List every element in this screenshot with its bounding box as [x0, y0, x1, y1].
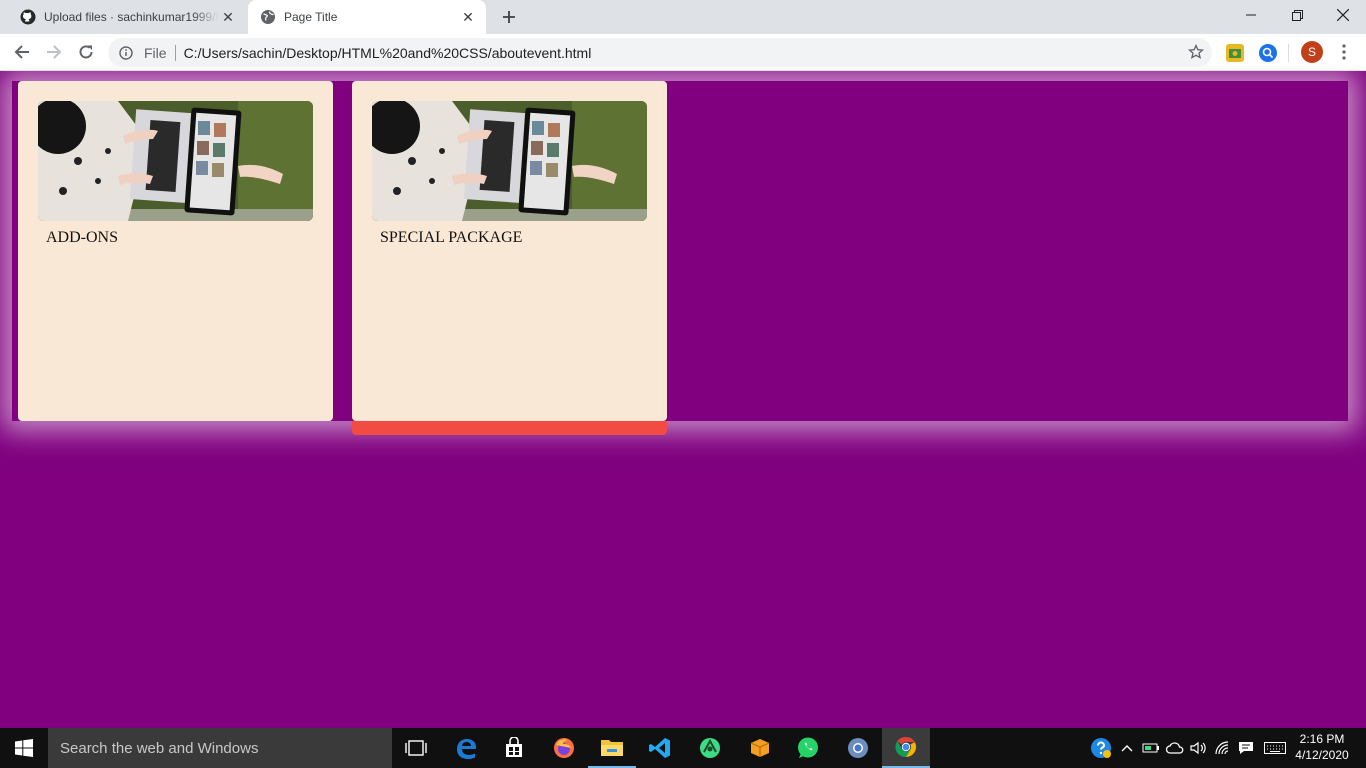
minimize-button[interactable] [1228, 0, 1274, 30]
chromium-icon[interactable] [834, 728, 882, 768]
windows-taskbar: Search the web and Windows 2:16 PM 4/12/… [0, 728, 1366, 768]
vscode-icon[interactable] [636, 728, 684, 768]
cloud-icon[interactable] [1164, 728, 1186, 768]
toolbar-divider [1288, 44, 1289, 62]
clock-time: 2:16 PM [1299, 732, 1345, 746]
card-image [38, 101, 313, 221]
system-clock[interactable]: 2:16 PM 4/12/2020 [1290, 731, 1354, 763]
bookmark-star-icon[interactable] [1188, 44, 1204, 60]
store-icon[interactable] [490, 728, 538, 768]
extension-icon[interactable] [1226, 44, 1244, 62]
cards-container: ADD-ONS SPECIAL PACKAGE [12, 81, 1348, 435]
firefox-icon[interactable] [540, 728, 588, 768]
wifi-icon[interactable] [1212, 728, 1234, 768]
back-button[interactable] [8, 38, 36, 66]
notification-icon[interactable] [1236, 728, 1256, 768]
chevron-up-icon[interactable] [1118, 728, 1136, 768]
page-viewport: ADD-ONS SPECIAL PACKAGE [0, 71, 1366, 728]
help-icon[interactable] [1088, 728, 1114, 768]
card-title: ADD-ONS [46, 229, 118, 246]
keyboard-icon[interactable] [1262, 728, 1288, 768]
github-icon [20, 9, 36, 25]
card-add-ons[interactable]: ADD-ONS [18, 81, 333, 421]
globe-icon [260, 9, 276, 25]
profile-avatar[interactable]: S [1301, 41, 1323, 63]
info-icon[interactable] [118, 45, 134, 61]
tab-page-title[interactable]: Page Title ✕ [248, 0, 486, 34]
tab-upload-files[interactable]: Upload files · sachinkumar1999/tc ✕ [8, 0, 246, 34]
close-tab-icon[interactable]: ✕ [218, 7, 238, 27]
forward-button[interactable] [40, 38, 68, 66]
battery-icon[interactable] [1140, 728, 1162, 768]
tab-title: Upload files · sachinkumar1999/tc [44, 10, 218, 24]
card-image [372, 101, 647, 221]
clock-date: 4/12/2020 [1295, 748, 1349, 762]
close-window-button[interactable] [1320, 0, 1366, 30]
scheme-label: File [144, 44, 167, 61]
android-studio-icon[interactable] [686, 728, 734, 768]
browser-toolbar: File C:/Users/sachin/Desktop/HTML%20and%… [0, 34, 1366, 71]
menu-kebab-icon[interactable] [1330, 38, 1358, 66]
task-view-icon[interactable] [392, 728, 440, 768]
search-extension-icon[interactable] [1259, 44, 1277, 62]
card-special-package[interactable]: SPECIAL PACKAGE [352, 81, 667, 435]
restore-button[interactable] [1274, 0, 1320, 30]
hover-accent-bar [352, 421, 667, 435]
card-title: SPECIAL PACKAGE [380, 229, 523, 246]
reload-button[interactable] [72, 38, 100, 66]
volume-icon[interactable] [1188, 728, 1210, 768]
chrome-icon[interactable] [882, 728, 930, 768]
package-icon[interactable] [736, 728, 784, 768]
whatsapp-icon[interactable] [784, 728, 832, 768]
address-bar[interactable]: File C:/Users/sachin/Desktop/HTML%20and%… [108, 38, 1212, 67]
divider [174, 44, 176, 61]
taskbar-search[interactable]: Search the web and Windows [48, 728, 392, 768]
start-button[interactable] [0, 728, 48, 768]
edge-icon[interactable] [442, 728, 490, 768]
new-tab-button[interactable] [498, 6, 520, 28]
tab-strip: Upload files · sachinkumar1999/tc ✕ Page… [0, 0, 1366, 34]
file-explorer-icon[interactable] [588, 728, 636, 768]
close-tab-icon[interactable]: ✕ [458, 7, 478, 27]
url-text[interactable]: C:/Users/sachin/Desktop/HTML%20and%20CSS… [184, 45, 592, 61]
tab-title: Page Title [284, 10, 338, 24]
